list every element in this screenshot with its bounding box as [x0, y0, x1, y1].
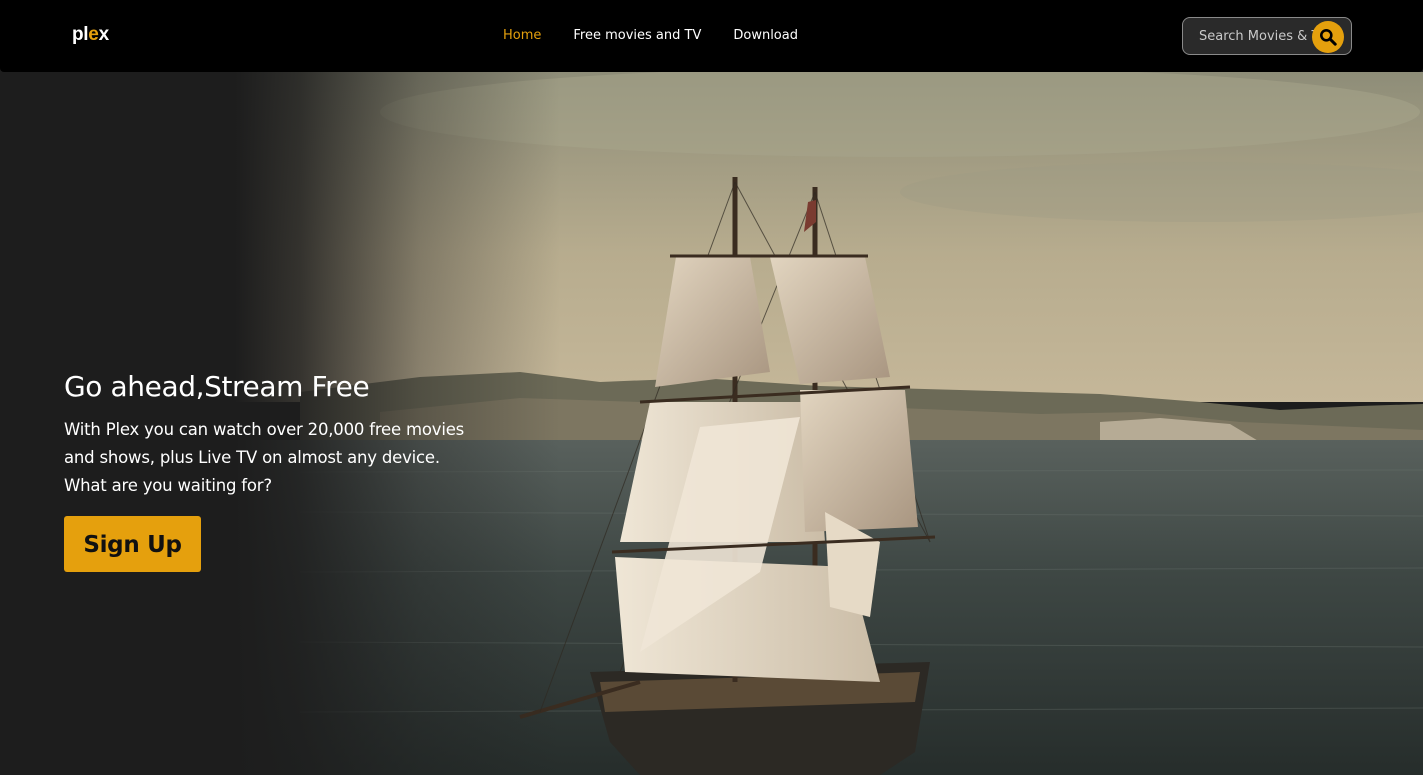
main-nav: Home Free movies and TV Download [503, 28, 798, 43]
hero-description: With Plex you can watch over 20,000 free… [64, 420, 465, 495]
top-navbar: plex Home Free movies and TV Download [0, 0, 1423, 72]
search-box [1182, 17, 1352, 55]
search-button[interactable] [1312, 21, 1344, 53]
sign-up-button[interactable]: Sign Up [64, 516, 201, 572]
nav-download-link[interactable]: Download [733, 28, 798, 43]
search-input[interactable] [1183, 18, 1323, 54]
nav-free-movies-link[interactable]: Free movies and TV [573, 28, 701, 43]
hero-content: Go ahead,Stream Free With Plex you can w… [64, 368, 484, 572]
hero-title: Go ahead,Stream Free [64, 370, 370, 403]
hero-section: Go ahead,Stream Free With Plex you can w… [0, 72, 1423, 775]
nav-home-link[interactable]: Home [503, 28, 541, 43]
plex-logo[interactable]: plex [72, 24, 109, 46]
search-icon [1320, 29, 1337, 46]
